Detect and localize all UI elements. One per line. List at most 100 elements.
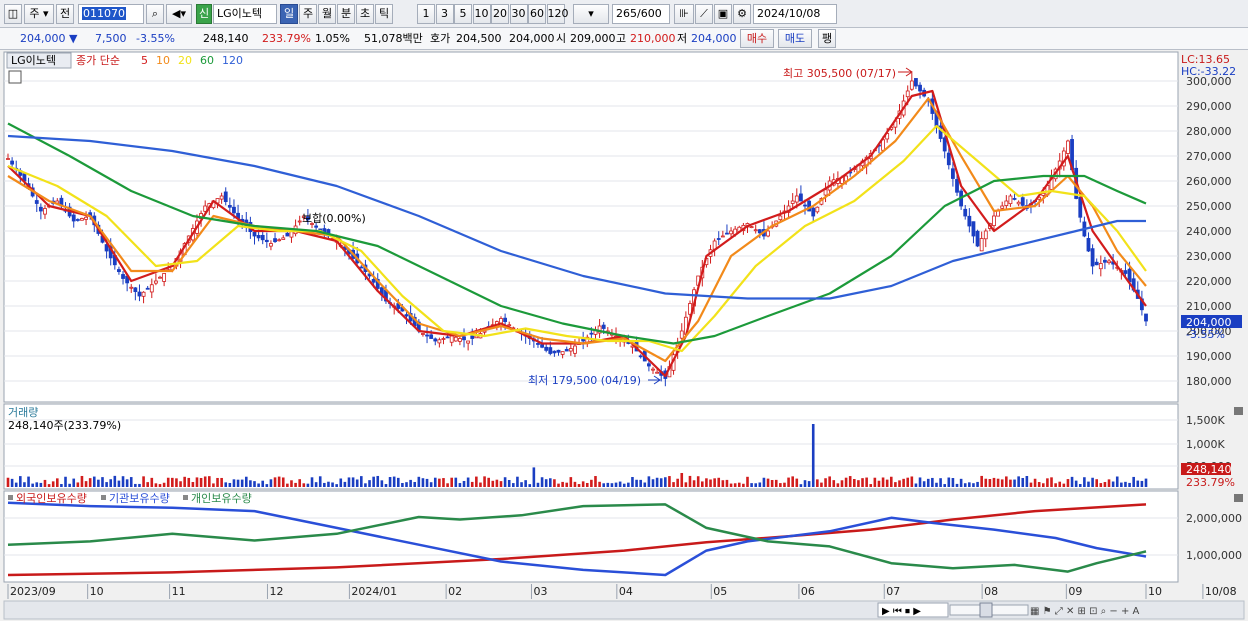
volume-bar <box>179 481 182 487</box>
volume-bar <box>680 473 684 487</box>
candle-body <box>462 336 466 341</box>
volume-bar <box>257 483 260 487</box>
candle-body <box>979 238 984 252</box>
price-tick-label: 240,000 <box>1186 225 1232 238</box>
interval-1[interactable]: 1 <box>417 4 435 24</box>
volume-bar <box>142 476 145 487</box>
price-value: 204,000 <box>20 32 66 45</box>
volume-bar <box>47 484 51 487</box>
candle-body <box>951 168 955 179</box>
tab-second[interactable]: 초 <box>356 4 374 24</box>
draw-tool-icon[interactable]: ⟋ <box>695 4 713 24</box>
interval-10[interactable]: 10 <box>472 4 491 24</box>
table-icon[interactable] <box>8 70 22 84</box>
volume-bar <box>351 477 355 487</box>
volume-bar <box>125 479 129 487</box>
date-field[interactable]: 2024/10/08 <box>753 4 837 24</box>
volume-bar <box>253 481 256 487</box>
candle-body <box>823 189 828 196</box>
holdings-tick-label: 1,000,000 <box>1186 549 1242 562</box>
volume-bar <box>290 480 293 487</box>
save-icon[interactable]: ▣ <box>714 4 732 24</box>
volume-bar <box>692 480 696 487</box>
volume-ratio: 233.79% <box>262 32 311 45</box>
volume-bar <box>532 467 536 487</box>
candle-body <box>1086 238 1091 252</box>
playback-icons: ▶ ⏮ ⏹ ▶ <box>882 606 921 617</box>
interval-20[interactable]: 20 <box>491 4 509 24</box>
volume-bar <box>150 477 154 487</box>
tab-day[interactable]: 일 <box>280 4 298 24</box>
chart-tools-icons[interactable]: ▦ ⚑ ⤢ ✕ ⊞ ⊡ ⌕ − + A <box>1030 606 1140 617</box>
volume-bar <box>203 476 207 487</box>
volume-bar <box>105 482 108 487</box>
volume-bar <box>733 483 737 487</box>
settings-gear-icon[interactable]: ⚙ <box>733 4 751 24</box>
legend-ma-5: 5 <box>141 54 148 67</box>
volume-bar <box>166 477 170 487</box>
volume-bar <box>705 478 708 487</box>
volume-bar <box>672 482 675 487</box>
volume-bar <box>355 479 359 487</box>
volume-bar <box>951 478 955 487</box>
tab-tick[interactable]: 틱 <box>375 4 393 24</box>
volume-bar <box>1124 481 1127 487</box>
buy-button[interactable]: 매수 <box>740 29 774 48</box>
period-unit-label: 주 <box>29 7 40 20</box>
candle-body <box>458 338 462 342</box>
tab-month[interactable]: 월 <box>318 4 336 24</box>
volume-bar <box>175 478 178 487</box>
search-icon[interactable]: ⌕ <box>146 4 164 24</box>
zoom-slider-handle[interactable] <box>979 602 993 618</box>
interval-30[interactable]: 30 <box>509 4 528 24</box>
tab-week[interactable]: 주 <box>299 4 317 24</box>
volume-bar <box>228 482 232 487</box>
period-unit-select[interactable]: 주 ▾ <box>24 4 54 24</box>
candle-type-icon[interactable]: ⊪ <box>674 4 694 24</box>
interval-5[interactable]: 5 <box>454 4 472 24</box>
candle-body <box>71 214 76 222</box>
stock-name-field[interactable]: LG이노텍 <box>213 4 277 24</box>
volume-bar <box>92 476 96 487</box>
speaker-icon[interactable]: ◀▾ <box>166 4 192 24</box>
candle-body <box>778 215 783 221</box>
volume-bar <box>39 482 43 487</box>
interval-60[interactable]: 60 <box>528 4 546 24</box>
volume-bar <box>766 478 770 487</box>
interval-3[interactable]: 3 <box>435 4 454 24</box>
volume-bar <box>918 477 922 487</box>
interval-custom-select[interactable]: ▾ <box>573 4 609 24</box>
date-label: 06 <box>801 585 815 598</box>
volume-close-icon[interactable] <box>1234 407 1243 415</box>
candle-body <box>646 363 651 367</box>
volume-bar <box>996 478 1000 487</box>
volume-bar <box>651 479 655 487</box>
candle-body <box>725 232 729 235</box>
tab-minute[interactable]: 분 <box>337 4 355 24</box>
prev-button[interactable]: 전 <box>56 4 74 24</box>
volume-bar <box>779 483 782 487</box>
volume-bar <box>281 477 285 487</box>
holdings-close-icon[interactable] <box>1234 494 1243 502</box>
volume-bar <box>935 482 938 487</box>
sell-button[interactable]: 매도 <box>778 29 812 48</box>
volume-bar <box>97 479 100 487</box>
volume-bar <box>836 483 840 487</box>
candle-body <box>918 84 922 92</box>
candle-body <box>297 220 302 223</box>
volume-bar <box>717 477 721 487</box>
stock-chart[interactable]: 180,000190,000200,000210,000220,000230,0… <box>0 50 1248 621</box>
stock-code-input[interactable]: 011070 <box>78 4 144 24</box>
popup-button[interactable]: 팽 <box>818 29 836 48</box>
candle-body <box>153 280 158 284</box>
interval-120[interactable]: 120 <box>546 4 569 24</box>
volume-bar <box>877 480 881 487</box>
window-icon[interactable]: ◫ <box>4 4 22 24</box>
count-field[interactable]: 265/600 <box>612 4 670 24</box>
volume-bar <box>828 476 831 487</box>
candle-body <box>84 216 88 220</box>
volume-bar <box>220 477 223 487</box>
volume-bar <box>499 481 503 487</box>
volume-bar <box>323 482 326 487</box>
legend-ma-20: 20 <box>178 54 192 67</box>
